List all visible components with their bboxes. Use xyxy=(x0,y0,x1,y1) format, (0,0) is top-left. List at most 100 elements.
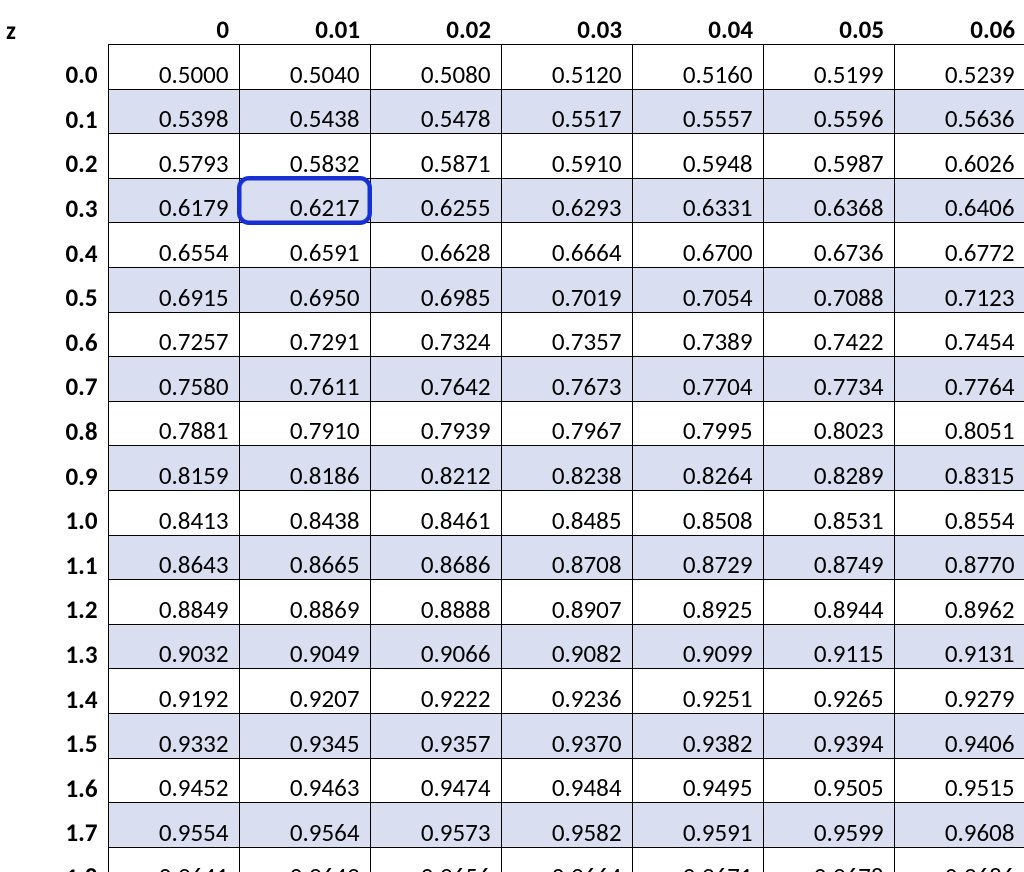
col-header: 0.02 xyxy=(370,0,501,45)
row-header: 1.5 xyxy=(0,714,108,759)
table-row: 0.90.81590.81860.82120.82380.82640.82890… xyxy=(0,446,1024,491)
data-cell: 0.6406 xyxy=(894,178,1024,223)
data-cell: 0.8849 xyxy=(108,580,239,625)
data-cell: 0.7939 xyxy=(370,401,501,446)
table-row: 0.50.69150.69500.69850.70190.70540.70880… xyxy=(0,268,1024,313)
table-row: 1.60.94520.94630.94740.94840.94950.95050… xyxy=(0,758,1024,803)
col-header: 0 xyxy=(108,0,239,45)
data-cell: 0.9649 xyxy=(239,847,370,872)
data-cell: 0.9664 xyxy=(501,847,632,872)
row-header: 1.8 xyxy=(0,847,108,872)
data-cell: 0.7704 xyxy=(632,357,763,402)
data-cell: 0.7642 xyxy=(370,357,501,402)
data-cell: 0.6554 xyxy=(108,223,239,268)
data-cell: 0.9032 xyxy=(108,624,239,669)
data-cell: 0.9686 xyxy=(894,847,1024,872)
data-cell: 0.9671 xyxy=(632,847,763,872)
z-table: z 0 0.01 0.02 0.03 0.04 0.05 0.06 0.00.5… xyxy=(0,0,1024,872)
data-cell: 0.6179 xyxy=(108,178,239,223)
data-cell: 0.5987 xyxy=(763,134,894,179)
data-cell: 0.9678 xyxy=(763,847,894,872)
data-cell: 0.9474 xyxy=(370,758,501,803)
row-header: 0.7 xyxy=(0,357,108,402)
table-row: 1.50.93320.93450.93570.93700.93820.93940… xyxy=(0,714,1024,759)
data-cell: 0.8051 xyxy=(894,401,1024,446)
data-cell: 0.8729 xyxy=(632,535,763,580)
col-header: 0.04 xyxy=(632,0,763,45)
data-cell: 0.5120 xyxy=(501,45,632,90)
data-cell: 0.8413 xyxy=(108,491,239,536)
data-cell: 0.9599 xyxy=(763,803,894,848)
data-cell: 0.9265 xyxy=(763,669,894,714)
data-cell: 0.6700 xyxy=(632,223,763,268)
data-cell: 0.9131 xyxy=(894,624,1024,669)
data-cell: 0.9207 xyxy=(239,669,370,714)
data-cell: 0.6293 xyxy=(501,178,632,223)
data-cell: 0.5517 xyxy=(501,89,632,134)
data-cell: 0.9406 xyxy=(894,714,1024,759)
data-cell: 0.9554 xyxy=(108,803,239,848)
data-cell: 0.5040 xyxy=(239,45,370,90)
data-cell: 0.6026 xyxy=(894,134,1024,179)
data-cell: 0.8907 xyxy=(501,580,632,625)
data-cell: 0.5793 xyxy=(108,134,239,179)
table-row: 1.10.86430.86650.86860.87080.87290.87490… xyxy=(0,535,1024,580)
data-cell: 0.5080 xyxy=(370,45,501,90)
data-cell: 0.8289 xyxy=(763,446,894,491)
data-cell: 0.9463 xyxy=(239,758,370,803)
corner-label: z xyxy=(0,0,108,45)
data-cell: 0.5199 xyxy=(763,45,894,90)
row-header: 1.3 xyxy=(0,624,108,669)
col-header: 0.05 xyxy=(763,0,894,45)
data-cell: 0.5398 xyxy=(108,89,239,134)
data-cell: 0.5438 xyxy=(239,89,370,134)
data-cell: 0.9573 xyxy=(370,803,501,848)
data-cell: 0.9082 xyxy=(501,624,632,669)
row-header: 1.1 xyxy=(0,535,108,580)
data-cell: 0.8944 xyxy=(763,580,894,625)
data-cell: 0.7324 xyxy=(370,312,501,357)
data-cell: 0.8665 xyxy=(239,535,370,580)
data-cell: 0.9066 xyxy=(370,624,501,669)
row-header: 0.2 xyxy=(0,134,108,179)
data-cell: 0.6331 xyxy=(632,178,763,223)
data-cell: 0.9515 xyxy=(894,758,1024,803)
data-cell: 0.5478 xyxy=(370,89,501,134)
col-header: 0.06 xyxy=(894,0,1024,45)
data-cell: 0.6217 xyxy=(239,178,370,223)
data-cell: 0.7454 xyxy=(894,312,1024,357)
data-cell: 0.7995 xyxy=(632,401,763,446)
row-header: 0.9 xyxy=(0,446,108,491)
data-cell: 0.6985 xyxy=(370,268,501,313)
data-cell: 0.9495 xyxy=(632,758,763,803)
data-cell: 0.8531 xyxy=(763,491,894,536)
table-row: 1.70.95540.95640.95730.95820.95910.95990… xyxy=(0,803,1024,848)
data-cell: 0.5871 xyxy=(370,134,501,179)
data-cell: 0.5948 xyxy=(632,134,763,179)
data-cell: 0.5910 xyxy=(501,134,632,179)
data-cell: 0.9049 xyxy=(239,624,370,669)
row-header: 1.6 xyxy=(0,758,108,803)
data-cell: 0.6736 xyxy=(763,223,894,268)
data-cell: 0.5832 xyxy=(239,134,370,179)
data-cell: 0.7054 xyxy=(632,268,763,313)
data-cell: 0.9370 xyxy=(501,714,632,759)
data-cell: 0.8643 xyxy=(108,535,239,580)
data-cell: 0.8186 xyxy=(239,446,370,491)
data-cell: 0.6664 xyxy=(501,223,632,268)
data-cell: 0.7422 xyxy=(763,312,894,357)
data-cell: 0.9222 xyxy=(370,669,501,714)
row-header: 0.5 xyxy=(0,268,108,313)
table-row: 0.80.78810.79100.79390.79670.79950.80230… xyxy=(0,401,1024,446)
table-row: 1.00.84130.84380.84610.84850.85080.85310… xyxy=(0,491,1024,536)
data-cell: 0.7673 xyxy=(501,357,632,402)
data-cell: 0.7734 xyxy=(763,357,894,402)
row-header: 1.7 xyxy=(0,803,108,848)
data-cell: 0.8238 xyxy=(501,446,632,491)
data-cell: 0.8485 xyxy=(501,491,632,536)
table-row: 0.60.72570.72910.73240.73570.73890.74220… xyxy=(0,312,1024,357)
table-row: 0.40.65540.65910.66280.66640.67000.67360… xyxy=(0,223,1024,268)
row-header: 1.0 xyxy=(0,491,108,536)
data-cell: 0.8686 xyxy=(370,535,501,580)
data-cell: 0.9582 xyxy=(501,803,632,848)
